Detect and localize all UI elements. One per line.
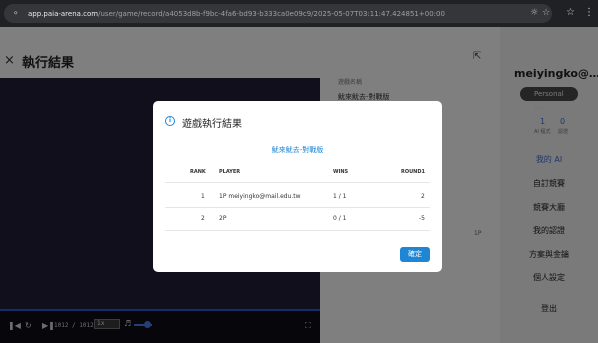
row-round1: 2 [421, 193, 425, 200]
header-round1: ROUND1 [401, 169, 425, 175]
confirm-button[interactable]: 確定 [400, 247, 430, 262]
row-player: 2P [219, 215, 227, 222]
row-divider [165, 207, 430, 208]
row-wins: 0 / 1 [333, 215, 347, 222]
lock-icon[interactable]: ⚬ [12, 8, 24, 20]
translate-icon[interactable]: ☼ [530, 8, 538, 18]
row-rank: 2 [201, 215, 205, 222]
browser-toolbar: ⚬ app.paia-arena.com/user/game/record/a4… [0, 0, 598, 27]
url-path: /user/game/record/a4053d8b-f9bc-4fa6-bd9… [98, 9, 445, 18]
bookmark-star-icon[interactable]: ☆ [566, 7, 575, 18]
row-player: 1P meiyingko@mail.edu.tw [219, 193, 301, 200]
info-icon: i [165, 116, 175, 126]
row-wins: 1 / 1 [333, 193, 347, 200]
url-domain: app.paia-arena.com [28, 9, 99, 18]
menu-dots-icon[interactable]: ⋮ [584, 7, 594, 18]
row-round1: -5 [419, 215, 425, 222]
bookmark-star-icon[interactable]: ☆ [542, 8, 550, 18]
header-rank: RANK [190, 169, 206, 175]
url-text[interactable]: app.paia-arena.com/user/game/record/a405… [28, 10, 508, 18]
address-bar[interactable]: ⚬ app.paia-arena.com/user/game/record/a4… [4, 4, 552, 23]
modal-title: 遊戲執行結果 [182, 119, 242, 130]
header-divider [165, 182, 430, 183]
header-player: PLAYER [219, 169, 241, 175]
modal-game-name: 魷來魷去-對戰版 [271, 146, 324, 154]
row-rank: 1 [201, 193, 205, 200]
result-modal: i 遊戲執行結果 魷來魷去-對戰版 RANK PLAYER WINS ROUND… [153, 101, 442, 272]
row-divider [165, 230, 430, 231]
header-wins: WINS [333, 169, 349, 175]
